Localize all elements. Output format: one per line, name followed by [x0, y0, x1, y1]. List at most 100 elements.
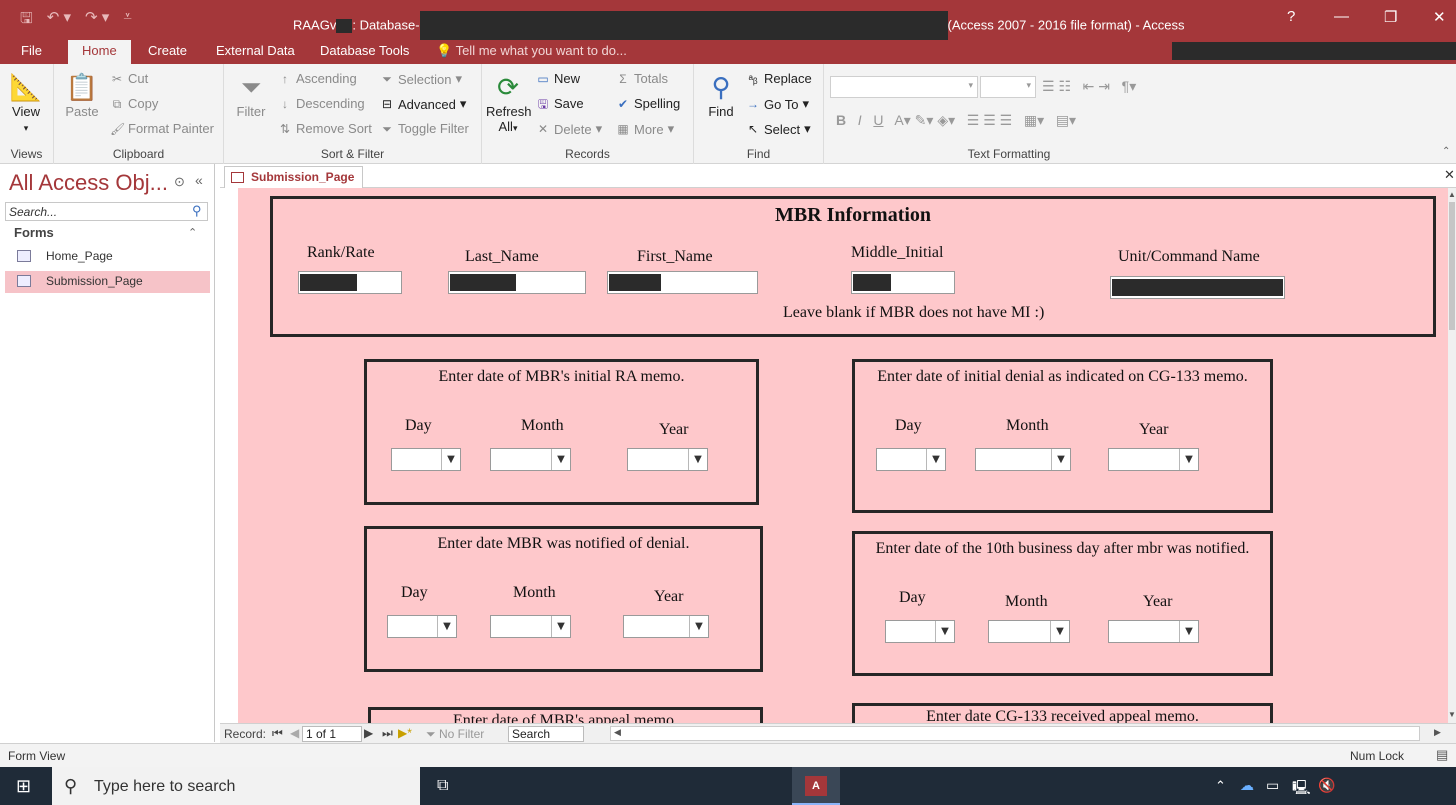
italic-button[interactable]: I	[858, 112, 862, 128]
minimize-button[interactable]: —	[1334, 8, 1349, 25]
toggle-filter-button[interactable]: ⏷ Toggle Filter	[380, 121, 469, 136]
first-name-field[interactable]	[607, 271, 758, 294]
previous-record-icon[interactable]: ◀	[290, 726, 299, 740]
month-dropdown[interactable]: ▼	[490, 615, 571, 638]
first-record-icon[interactable]: ⏮	[272, 726, 283, 741]
day-dropdown[interactable]: ▼	[885, 620, 955, 643]
bold-button[interactable]: B	[836, 112, 846, 128]
paste-button[interactable]: 📋 Paste	[60, 70, 104, 119]
scroll-right-icon[interactable]: ▶	[1434, 727, 1441, 738]
record-search-input[interactable]: Search	[508, 726, 584, 742]
format-painter-button[interactable]: 🖌 Format Painter	[110, 121, 214, 136]
month-dropdown[interactable]: ▼	[490, 448, 571, 471]
selection-button[interactable]: ⏷ Selection ▾	[380, 71, 462, 87]
month-dropdown[interactable]: ▼	[988, 620, 1070, 643]
table-icon[interactable]: ▤▾	[1056, 112, 1076, 128]
save-icon[interactable]: 🖫	[20, 8, 33, 33]
nav-pane-title[interactable]: All Access Obj...	[9, 170, 168, 196]
year-dropdown[interactable]: ▼	[623, 615, 709, 638]
totals-button[interactable]: Σ Totals	[616, 71, 668, 86]
list-buttons[interactable]: ☰ ☷ ⇤ ⇥ ¶▾	[1042, 78, 1136, 95]
refresh-all-button[interactable]: ⟳ Refresh All▾	[486, 70, 532, 134]
font-name-select[interactable]: ▾	[830, 76, 978, 98]
search-icon[interactable]: ⚲	[192, 203, 202, 219]
save-record-button[interactable]: 🖫 Save	[536, 96, 584, 111]
unit-field[interactable]	[1110, 276, 1285, 299]
doc-tab-submission-page[interactable]: Submission_Page	[224, 166, 364, 188]
no-filter-button[interactable]: ⏷ No Filter	[426, 727, 484, 742]
access-app-button[interactable]: A	[792, 767, 840, 805]
customize-qat-icon[interactable]: ⩡	[123, 8, 131, 33]
goto-button[interactable]: → Go To ▾	[746, 96, 809, 112]
nav-search-input[interactable]: Search...	[5, 202, 208, 221]
cut-button[interactable]: ✂ Cut	[110, 71, 148, 86]
year-dropdown[interactable]: ▼	[627, 448, 708, 471]
windows-start-icon[interactable]: ⊞	[16, 776, 31, 797]
chevron-up-icon[interactable]: ⌃	[1215, 778, 1226, 794]
nav-item-home-page[interactable]: Home_Page	[5, 246, 210, 268]
view-button[interactable]: 📐 View ▾	[6, 70, 46, 134]
scrollbar-thumb[interactable]	[1449, 202, 1455, 330]
day-dropdown[interactable]: ▼	[391, 448, 461, 471]
restore-button[interactable]: ❐	[1384, 8, 1397, 26]
more-button[interactable]: ▦ More ▾	[616, 121, 674, 137]
ascending-button[interactable]: ↑ Ascending	[278, 71, 357, 86]
tab-file[interactable]: File	[21, 43, 42, 58]
nav-item-submission-page[interactable]: Submission_Page	[5, 271, 210, 293]
record-position-field[interactable]: 1 of 1	[302, 726, 362, 742]
taskbar-search-box[interactable]: ⚲ Type here to search	[52, 767, 420, 805]
tab-home[interactable]: Home	[68, 40, 131, 64]
last-name-field[interactable]	[448, 271, 586, 294]
nav-menu-icon[interactable]: ⊙	[174, 174, 185, 190]
close-doc-icon[interactable]: ✕	[1444, 167, 1455, 183]
delete-button[interactable]: ✕ Delete ▾	[536, 121, 602, 137]
battery-icon[interactable]: ▭	[1266, 777, 1279, 794]
scroll-left-icon[interactable]: ◀	[614, 727, 621, 738]
year-dropdown[interactable]: ▼	[1108, 620, 1199, 643]
find-button[interactable]: ⚲ Find	[702, 70, 740, 119]
forms-section-header[interactable]: Forms	[14, 225, 54, 240]
network-icon[interactable]: 🖳	[1292, 777, 1311, 801]
day-dropdown[interactable]: ▼	[387, 615, 457, 638]
fill-color-icon[interactable]: ◈▾	[937, 112, 955, 128]
align-icons[interactable]: ☰ ☰ ☰	[967, 112, 1012, 128]
filter-button[interactable]: ⏷ Filter	[232, 70, 270, 119]
copy-button[interactable]: ⧉ Copy	[110, 96, 159, 111]
font-size-select[interactable]: ▾	[980, 76, 1036, 98]
font-color-button[interactable]: A	[894, 112, 903, 128]
collapse-pane-icon[interactable]: «	[195, 172, 203, 188]
tab-database-tools[interactable]: Database Tools	[320, 43, 409, 58]
collapse-ribbon-icon[interactable]: ⌃	[1442, 146, 1450, 157]
day-dropdown[interactable]: ▼	[876, 448, 946, 471]
new-record-icon[interactable]: ▶*	[398, 726, 412, 740]
form-view-icon[interactable]: ▤	[1436, 747, 1448, 763]
scroll-up-icon[interactable]: ▲	[1448, 190, 1456, 199]
tab-create[interactable]: Create	[148, 43, 187, 58]
form-vertical-scrollbar[interactable]: ▲ ▼	[1448, 188, 1456, 723]
tell-me-box[interactable]: 💡 Tell me what you want to do...	[436, 43, 627, 59]
middle-initial-field[interactable]	[851, 271, 955, 294]
replace-button[interactable]: ᵃᵦ Replace	[746, 71, 811, 86]
tab-external-data[interactable]: External Data	[216, 43, 295, 58]
rank-field[interactable]	[298, 271, 402, 294]
close-button[interactable]: ✕	[1433, 8, 1446, 26]
volume-muted-icon[interactable]: 🔇	[1318, 777, 1335, 794]
underline-button[interactable]: U	[873, 112, 883, 128]
chevron-up-icon[interactable]: ⌃	[188, 226, 197, 239]
last-record-icon[interactable]: ⏭	[382, 726, 393, 741]
highlight-icon[interactable]: ✎▾	[915, 112, 934, 128]
redo-icon[interactable]: ↷ ▾	[85, 8, 109, 33]
remove-sort-button[interactable]: ⇅ Remove Sort	[278, 121, 372, 136]
gridlines-icon[interactable]: ▦▾	[1024, 112, 1044, 128]
task-view-icon[interactable]: ⧉	[437, 777, 448, 795]
descending-button[interactable]: ↓ Descending	[278, 96, 365, 111]
help-button[interactable]: ?	[1287, 8, 1295, 25]
scroll-down-icon[interactable]: ▼	[1448, 710, 1456, 719]
undo-icon[interactable]: ↶ ▾	[47, 8, 71, 33]
next-record-icon[interactable]: ▶	[364, 726, 373, 740]
spelling-button[interactable]: ✔ Spelling	[616, 96, 680, 111]
year-dropdown[interactable]: ▼	[1108, 448, 1199, 471]
horizontal-scrollbar[interactable]: ◀	[610, 726, 1420, 741]
new-record-button[interactable]: ▭ New	[536, 71, 580, 86]
select-button[interactable]: ↖ Select ▾	[746, 121, 811, 137]
